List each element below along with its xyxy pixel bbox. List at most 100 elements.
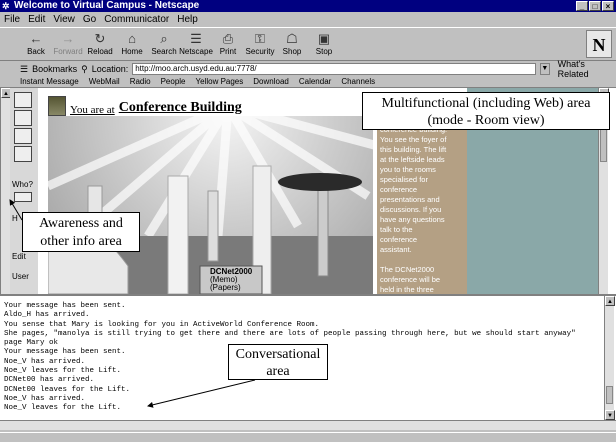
menu-communicator[interactable]: Communicator (104, 12, 169, 27)
conversation-line: Noe_V has arrived. (4, 394, 86, 403)
personal-toolbar-item[interactable]: Instant Message (20, 76, 79, 87)
you-are-at-label: You are at (70, 104, 115, 116)
toolbar-button-label: Search (151, 47, 177, 56)
description-line: conference (380, 185, 418, 194)
personal-toolbar-item[interactable]: Calendar (299, 76, 331, 87)
scroll-up-arrow-icon[interactable]: ▲ (605, 296, 615, 306)
menu-edit[interactable]: Edit (28, 12, 45, 27)
room-description-panel: conference building.You see the foyer of… (377, 116, 467, 294)
netscape-logo: N (586, 30, 612, 58)
url-dropdown-icon[interactable]: ▼ (539, 63, 550, 75)
toolbar-reload-button[interactable]: ↻ Reload (84, 28, 116, 60)
location-label: Location: (91, 64, 129, 74)
home-icon: ⌂ (128, 31, 136, 46)
location-icon: ⚲ (81, 63, 88, 74)
conversation-line: Noe_V leaves for the Lift. (4, 404, 122, 413)
help-label[interactable]: H (12, 214, 18, 223)
toolbar-button-label: Forward (53, 47, 83, 56)
toolbar-button-label: Stop (315, 47, 333, 56)
callout-line: other info area (40, 234, 122, 249)
menu-view[interactable]: View (53, 12, 75, 27)
edit-label[interactable]: Edit (12, 252, 26, 261)
toolbar-button-label: Home (121, 47, 143, 56)
toolbar-forward-button[interactable]: → Forward (52, 28, 84, 60)
description-line: specialised for (380, 175, 428, 184)
description-line: talk to the (380, 225, 413, 234)
conversation-scrollbar[interactable]: ▲ ▼ (604, 296, 615, 420)
book-icon[interactable] (14, 146, 32, 162)
callout-line: area (266, 364, 290, 379)
description-line (380, 255, 466, 265)
description-line: presentations and (380, 195, 440, 204)
netscape-icon: ☰ (190, 31, 202, 46)
toolbar-back-button[interactable]: ← Back (20, 28, 52, 60)
window-title: Welcome to Virtual Campus - Netscape (14, 0, 200, 11)
toolbar-home-button[interactable]: ⌂ Home (116, 28, 148, 60)
toolbar-print-button[interactable]: ⎙ Print (212, 28, 244, 60)
avatar (48, 96, 66, 116)
app-icon: ✲ (2, 1, 10, 11)
toolbar-button-label: Print (219, 47, 237, 56)
scroll-thumb[interactable] (606, 386, 613, 404)
personal-toolbar-item[interactable]: People (161, 76, 186, 87)
toolbar-button-label: Security (245, 47, 275, 56)
maximize-button[interactable]: □ (589, 1, 601, 11)
toolbar-shop-button[interactable]: ☖ Shop (276, 28, 308, 60)
back-arrow-icon: ← (29, 31, 43, 46)
toolbar-button-label: Back (27, 47, 45, 56)
status-bar (0, 432, 616, 442)
personal-toolbar-item[interactable]: Channels (341, 76, 375, 87)
callout-line: (mode - Room view) (427, 113, 545, 128)
description-line: You see the foyer of (380, 135, 447, 144)
window-controls: _ □ × (576, 1, 614, 11)
location-heading: You are at Conference Building (48, 96, 242, 116)
toolbar-netscape-button[interactable]: ☰ Netscape (179, 28, 213, 60)
personal-toolbar: Instant Message WebMail Radio People Yellow … (0, 76, 616, 88)
toolbar-stop-button[interactable]: ▣ Stop (308, 28, 340, 60)
bookmarks-button[interactable]: Bookmarks (32, 64, 77, 74)
room-3d-view[interactable]: DCNet2000 (Memo) (Papers) (48, 116, 373, 294)
conversation-line: She pages, "manolya is still trying to g… (4, 329, 576, 338)
navigation-toolbar: ← Back → Forward ↻ Reload ⌂ Home ⌕ Search ☰ Netscap… (0, 27, 616, 61)
conversation-line: Aldo_H has arrived. (4, 311, 90, 320)
minimize-button[interactable]: _ (576, 1, 588, 11)
bookmark-icon[interactable]: ☰ (20, 64, 28, 75)
who-list-icon[interactable] (14, 192, 32, 202)
conversational-area-callout: Conversational area (228, 344, 328, 380)
map-icon[interactable] (14, 110, 32, 126)
awareness-sidebar: Who? H Edit User (10, 88, 38, 294)
toolbar-search-button[interactable]: ⌕ Search (148, 28, 180, 60)
menu-bar: File Edit View Go Communicator Help (0, 12, 616, 27)
personal-toolbar-item[interactable]: Yellow Pages (196, 76, 244, 87)
description-line: held in the three (380, 285, 434, 294)
menu-go[interactable]: Go (83, 12, 96, 27)
description-line: you to the rooms (380, 165, 436, 174)
description-line: this building. The lift (380, 145, 447, 154)
shop-icon: ☖ (286, 31, 298, 46)
description-line: assistant. (380, 245, 412, 254)
room-name[interactable]: Conference Building (119, 100, 242, 116)
menu-file[interactable]: File (4, 12, 20, 27)
close-button[interactable]: × (602, 1, 614, 11)
toolbar-button-label: Netscape (179, 47, 213, 56)
toolbar-button-label: Shop (282, 47, 302, 56)
room-icon[interactable] (14, 92, 32, 108)
window-icon[interactable] (14, 128, 32, 144)
personal-toolbar-item[interactable]: Download (253, 76, 289, 87)
input-line[interactable] (0, 420, 616, 430)
left-scrollbar[interactable]: ▲ (0, 88, 11, 294)
lock-icon: ⚿ (255, 31, 265, 46)
toolbar-security-button[interactable]: ⚿ Security (244, 28, 276, 60)
user-label[interactable]: User (12, 272, 29, 281)
dcnet-sign[interactable]: DCNet2000 (Memo) (Papers) (210, 268, 252, 292)
who-label[interactable]: Who? (12, 180, 33, 189)
menu-help[interactable]: Help (177, 12, 198, 27)
description-line: have any questions (380, 215, 445, 224)
personal-toolbar-item[interactable]: Radio (130, 76, 151, 87)
toolbar-button-label: Reload (87, 47, 113, 56)
room-description: conference building.You see the foyer of… (380, 125, 466, 294)
personal-toolbar-item[interactable]: WebMail (89, 76, 120, 87)
scroll-down-arrow-icon[interactable]: ▼ (605, 410, 615, 420)
url-input[interactable]: http://moo.arch.usyd.edu.au:7778/ (132, 63, 536, 75)
awareness-area-callout: Awareness and other info area (22, 212, 140, 252)
